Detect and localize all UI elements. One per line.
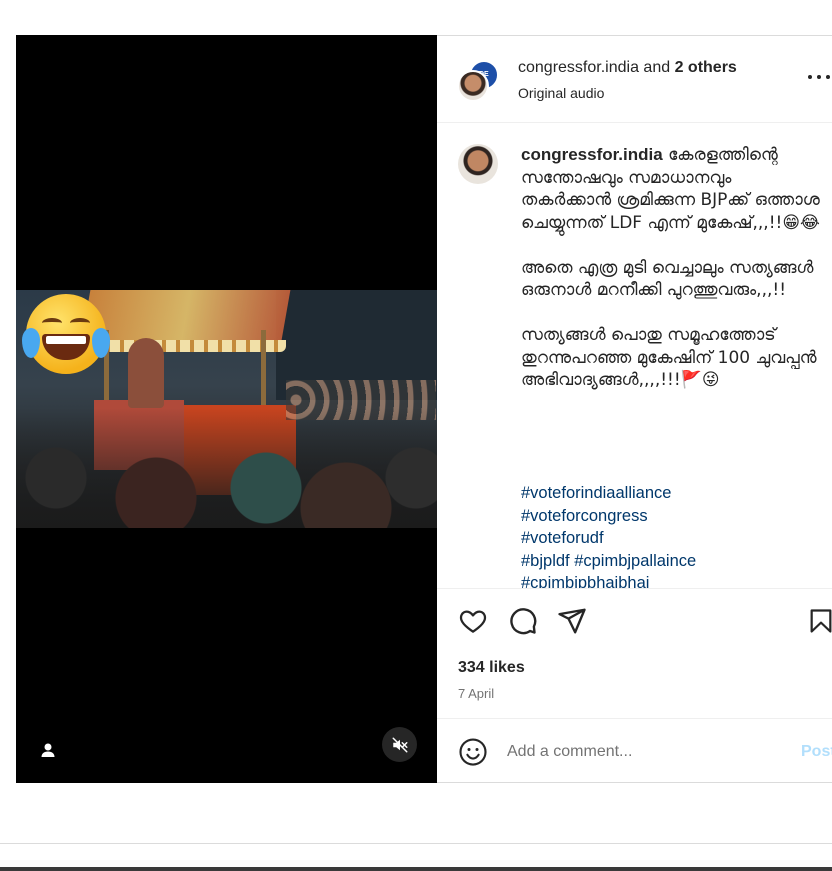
video-frame: [16, 290, 437, 528]
taskbar-edge: [0, 867, 832, 871]
hashtag-link[interactable]: #voteforudf: [521, 527, 821, 550]
mute-button[interactable]: [382, 727, 417, 762]
caption-username[interactable]: congressfor.india: [521, 145, 663, 164]
avatar: [457, 70, 489, 102]
post-comment-button[interactable]: Post: [801, 743, 832, 761]
hashtag-link[interactable]: #bjpldf #cpimbjpallaince: [521, 550, 821, 573]
header-others[interactable]: 2 others: [675, 59, 737, 76]
post-date[interactable]: 7 April: [458, 686, 494, 701]
reel-video[interactable]: [16, 35, 437, 783]
user-tag-icon[interactable]: [36, 738, 60, 762]
hashtag-link[interactable]: #voteforcongress: [521, 505, 821, 528]
hashtag-list: #voteforindiaalliance #voteforcongress #…: [521, 482, 821, 588]
like-button[interactable]: [457, 605, 489, 637]
share-button[interactable]: [556, 605, 588, 637]
save-button[interactable]: [805, 605, 832, 637]
divider: [0, 843, 832, 844]
comment-icon: [510, 608, 537, 635]
collab-names: congressfor.india and 2 others: [518, 59, 737, 77]
heart-icon: [459, 610, 487, 633]
emoji-picker-button[interactable]: [458, 737, 488, 767]
caption-area[interactable]: congressfor.india കേരളത്തിന്റെ സന്തോഷവും…: [437, 124, 832, 588]
comment-button[interactable]: [507, 605, 539, 637]
comment-bar: Post: [437, 718, 832, 783]
avatar[interactable]: [458, 144, 498, 184]
share-icon: [558, 608, 586, 634]
audio-label[interactable]: Original audio: [518, 85, 604, 101]
caption-text: congressfor.india കേരളത്തിന്റെ സന്തോഷവും…: [521, 144, 821, 392]
hashtag-link[interactable]: #cpimbjpbhaibhai: [521, 572, 821, 588]
hashtag-link[interactable]: #voteforindiaalliance: [521, 482, 821, 505]
smiley-icon: [459, 738, 487, 766]
muted-speaker-icon: [392, 737, 407, 752]
comment-input[interactable]: [507, 739, 787, 765]
header-joiner: and: [643, 59, 671, 76]
header-username[interactable]: congressfor.india: [518, 59, 639, 76]
action-bar: 334 likes 7 April: [437, 588, 832, 718]
caption-body: കേരളത്തിന്റെ സന്തോഷവും സമാധാനവും തകർക്കാ…: [521, 145, 820, 390]
post-details-panel: ÐE congressfor.india and 2 others Origin…: [437, 35, 832, 783]
bookmark-icon: [810, 609, 832, 633]
post-header: ÐE congressfor.india and 2 others Origin…: [437, 36, 832, 123]
more-options-button[interactable]: [808, 66, 830, 88]
more-horizontal-icon: [808, 75, 830, 79]
likes-count[interactable]: 334 likes: [458, 659, 525, 677]
laughing-emoji-overlay: [22, 294, 110, 374]
page: ÐE congressfor.india and 2 others Origin…: [0, 0, 832, 871]
collab-avatars[interactable]: ÐE: [457, 60, 499, 102]
